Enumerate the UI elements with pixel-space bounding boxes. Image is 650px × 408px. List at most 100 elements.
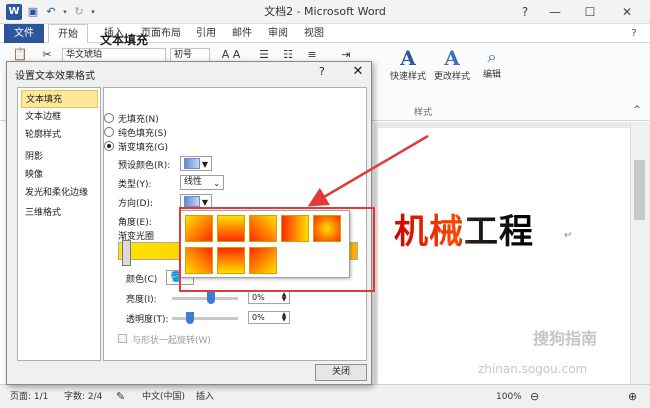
tab-file[interactable]: 文件	[4, 24, 44, 43]
collapse-ribbon-icon[interactable]: ^	[630, 105, 644, 115]
brightness-slider-track[interactable]	[172, 297, 238, 300]
edit-label: 编辑	[482, 70, 501, 80]
gradient-option-diagonal-up-left[interactable]	[249, 247, 277, 274]
type-dropdown[interactable]: 线性 ⌄	[180, 175, 224, 190]
brightness-slider-thumb[interactable]	[207, 292, 215, 304]
radio-solid-fill-label: 纯色填充(S)	[118, 129, 167, 139]
scrollbar-thumb[interactable]	[634, 160, 645, 220]
paragraph-mark-icon: ↵	[564, 230, 573, 241]
customize-qat-icon[interactable]: ▾	[88, 4, 98, 20]
dialog-close-button[interactable]: 关闭	[315, 364, 367, 381]
tab-view[interactable]: 视图	[300, 24, 328, 43]
help-circle-icon[interactable]: ?	[626, 24, 642, 43]
transparency-label: 透明度(T):	[126, 315, 169, 325]
radio-no-fill-label: 无填充(N)	[118, 115, 159, 125]
undo-dropdown-icon[interactable]: ▾	[60, 4, 70, 20]
close-window-button[interactable]: ✕	[612, 0, 642, 24]
edit-button[interactable]: ⌕ 编辑	[480, 47, 504, 80]
paste-icon[interactable]: 📋	[12, 47, 28, 61]
transparency-slider-thumb[interactable]	[186, 312, 194, 324]
chevron-down-icon: ▼	[201, 198, 208, 207]
category-glow-soft-edges[interactable]: 发光和柔化边缘	[21, 184, 98, 202]
multilevel-list-icon[interactable]: ≡	[302, 48, 322, 61]
font-name-box[interactable]: 华文琥珀	[62, 48, 166, 62]
gradient-option-center[interactable]	[313, 215, 341, 242]
category-text-fill[interactable]: 文本填充	[21, 90, 98, 108]
page-indicator[interactable]: 页面: 1/1	[10, 385, 48, 408]
chevron-down-icon: ▼	[201, 160, 208, 169]
font-name-value: 华文琥珀	[66, 50, 103, 60]
tab-mailings[interactable]: 邮件	[228, 24, 256, 43]
category-reflection[interactable]: 映像	[21, 166, 98, 184]
category-text-border[interactable]: 文本边框	[21, 108, 98, 126]
bullets-icon[interactable]: ☰	[254, 48, 274, 61]
word-count[interactable]: 字数: 2/4	[64, 385, 102, 408]
spin-arrows-icon[interactable]: ▲ ▼	[280, 312, 288, 323]
quick-styles-button[interactable]: A 快速样式	[388, 47, 428, 82]
preset-colors-dropdown[interactable]: ▼	[180, 156, 212, 171]
insert-mode[interactable]: 插入	[196, 385, 214, 408]
proofing-icon[interactable]: ✎	[116, 385, 125, 408]
angle-label: 角度(E):	[118, 218, 152, 228]
change-styles-icon: A	[444, 46, 460, 70]
spin-arrows-icon[interactable]: ▲ ▼	[280, 292, 288, 303]
category-shadow[interactable]: 阴影	[21, 148, 98, 166]
cut-icon[interactable]: ✂	[40, 48, 54, 61]
direction-gallery-popup	[180, 210, 350, 278]
status-bar: 页面: 1/1 字数: 2/4 ✎ 中文(中国) 插入 100% ⊖ ⊕	[0, 384, 650, 408]
transparency-slider-track[interactable]	[172, 317, 238, 320]
gradient-option-right[interactable]	[281, 215, 309, 242]
zoom-in-icon[interactable]: ⊕	[628, 385, 637, 408]
language-indicator[interactable]: 中文(中国)	[142, 385, 185, 408]
zoom-out-icon[interactable]: ⊖	[530, 385, 539, 408]
direction-label: 方向(D):	[118, 199, 153, 209]
type-label: 类型(Y):	[118, 180, 152, 190]
preset-colors-label: 预设颜色(R):	[118, 161, 171, 171]
category-outline-style[interactable]: 轮廓样式	[21, 126, 98, 144]
font-size-value: 初号	[174, 50, 193, 60]
dialog-close-icon[interactable]: ✕	[347, 63, 369, 81]
redo-icon[interactable]: ↻	[72, 4, 86, 20]
brightness-label: 亮度(I):	[126, 295, 157, 305]
save-icon[interactable]: ▣	[26, 4, 40, 20]
category-list: 文本填充 文本边框 轮廓样式 阴影 映像 发光和柔化边缘 三维格式	[17, 87, 101, 361]
radio-solid-fill[interactable]	[104, 127, 114, 137]
minimize-button[interactable]: —	[540, 0, 570, 24]
preset-color-swatch	[184, 158, 200, 169]
radio-no-fill[interactable]	[104, 113, 114, 123]
dialog-help-button[interactable]: ?	[319, 65, 325, 78]
category-3d-format[interactable]: 三维格式	[21, 204, 98, 222]
maximize-button[interactable]: ☐	[575, 0, 605, 24]
numbering-icon[interactable]: ☷	[278, 48, 298, 61]
quick-styles-label: 快速样式	[389, 72, 426, 82]
rotate-with-shape-checkbox[interactable]	[118, 334, 127, 343]
gradient-stop-handle[interactable]	[122, 240, 131, 266]
gradient-option-diagonal-down[interactable]	[185, 215, 213, 242]
binoculars-icon: ⌕	[487, 47, 497, 66]
tab-review[interactable]: 审阅	[264, 24, 292, 43]
word-app-icon: W	[6, 4, 22, 20]
zoom-level[interactable]: 100%	[496, 385, 522, 408]
watermark-url: zhinan.sogou.com	[478, 362, 588, 376]
font-size-box[interactable]: 初号	[170, 48, 210, 62]
gradient-option-diagonal-up[interactable]	[185, 247, 213, 274]
document-text[interactable]: 机械工程	[394, 204, 534, 253]
tab-references[interactable]: 引用	[192, 24, 220, 43]
indent-icon[interactable]: ⇥	[336, 48, 356, 61]
pane-title: 文本填充	[100, 33, 149, 47]
transparency-spinbox[interactable]: 0% ▲ ▼	[248, 311, 290, 324]
radio-gradient-fill-label: 渐变填充(G)	[118, 143, 168, 153]
gradient-option-down[interactable]	[217, 215, 245, 242]
help-icon[interactable]: ?	[510, 0, 540, 24]
undo-icon[interactable]: ↶	[44, 4, 58, 20]
dialog-title: 设置文本效果格式	[15, 71, 95, 82]
direction-dropdown[interactable]: ▼	[180, 194, 212, 209]
radio-gradient-fill[interactable]	[104, 141, 114, 151]
gradient-option-up[interactable]	[217, 247, 245, 274]
gradient-option-diagonal-left[interactable]	[249, 215, 277, 242]
grow-font-icon[interactable]: A A	[216, 48, 246, 61]
change-styles-button[interactable]: A 更改样式	[432, 47, 472, 82]
tab-home[interactable]: 开始	[48, 24, 88, 43]
brightness-spinbox[interactable]: 0% ▲ ▼	[248, 291, 290, 304]
ribbon-tabs: 文件 开始 插入 页面布局 引用 邮件 审阅 视图 ?	[0, 24, 650, 43]
